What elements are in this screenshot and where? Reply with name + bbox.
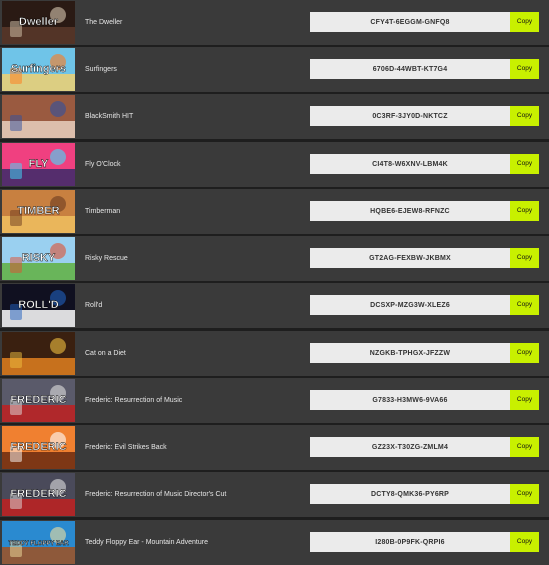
product-key-field[interactable] (310, 59, 510, 79)
thumb-logo-text: FLY (29, 158, 49, 170)
key-row: Surfingers Surfingers Copy (0, 47, 549, 92)
product-key-field[interactable] (310, 248, 510, 268)
product-key-field[interactable] (310, 437, 510, 457)
game-title: Risky Rescue (85, 255, 128, 262)
rolld-art-icon: ROLL'D (2, 284, 75, 327)
thumb-logo-text: FREDERIC (10, 441, 66, 453)
key-row: FREDERIC Frederic: Resurrection of Music C… (0, 378, 549, 423)
copy-key-button[interactable]: Copy (510, 484, 539, 504)
game-title: The Dweller (85, 19, 123, 26)
fly-oclock-art-icon: FLY (2, 143, 75, 186)
copy-key-button[interactable]: Copy (510, 437, 539, 457)
product-key-field[interactable] (310, 106, 510, 126)
copy-key-button[interactable]: Copy (510, 532, 539, 552)
frederic-art-icon: FREDERIC (2, 379, 75, 422)
copy-key-button[interactable]: Copy (510, 12, 539, 32)
thumb-logo-text: TIMBER (17, 205, 59, 217)
key-row: FREDERIC Frederic: Evil Strikes Back Copy (0, 425, 549, 470)
product-key-field[interactable] (310, 12, 510, 32)
thumb-logo-text: Dweller (19, 16, 59, 28)
dweller-art-icon: Dweller (2, 1, 75, 44)
product-key-field[interactable] (310, 484, 510, 504)
product-key-field[interactable] (310, 201, 510, 221)
product-key-field[interactable] (310, 154, 510, 174)
copy-key-button[interactable]: Copy (510, 201, 539, 221)
copy-key-button[interactable]: Copy (510, 248, 539, 268)
copy-key-button[interactable]: Copy (510, 106, 539, 126)
product-key-field[interactable] (310, 532, 510, 552)
copy-key-button[interactable]: Copy (510, 390, 539, 410)
game-title: Timberman (85, 208, 121, 215)
game-title: Roll'd (85, 302, 103, 309)
key-row: Dweller The Dweller Copy (0, 0, 549, 45)
blacksmith-art-icon (2, 95, 75, 138)
game-title: Surfingers (85, 66, 117, 73)
game-title: Frederic: Evil Strikes Back (85, 444, 167, 451)
key-row: ROLL'D Roll'd Copy (0, 283, 549, 328)
game-title: Frederic: Resurrection of Music (85, 397, 183, 404)
game-title: Teddy Floppy Ear - Mountain Adventure (85, 539, 208, 546)
product-key-field[interactable] (310, 390, 510, 410)
copy-key-button[interactable]: Copy (510, 343, 539, 363)
thumb-logo-text: TEDDY FLOPPY EAR (8, 541, 69, 547)
frederic-evil-art-icon: FREDERIC (2, 426, 75, 469)
game-title: Fly O'Clock (85, 161, 121, 168)
key-row: FLY Fly O'Clock Copy (0, 142, 549, 187)
thumb-logo-text: ROLL'D (18, 299, 59, 311)
key-row: BlackSmith HIT Copy (0, 94, 549, 139)
copy-key-button[interactable]: Copy (510, 154, 539, 174)
game-title: BlackSmith HIT (85, 113, 134, 120)
thumb-logo-text: Surfingers (11, 63, 66, 75)
key-row: RISKY Risky Rescue Copy (0, 236, 549, 281)
thumb-logo-text: RISKY (22, 252, 56, 264)
frederic-dc-art-icon: FREDERIC (2, 473, 75, 516)
product-key-field[interactable] (310, 343, 510, 363)
product-key-field[interactable] (310, 295, 510, 315)
risky-rescue-art-icon: RISKY (2, 237, 75, 280)
thumb-logo-text: FREDERIC (10, 394, 66, 406)
surfingers-art-icon: Surfingers (2, 48, 75, 91)
key-row: Cat on a Diet Copy (0, 331, 549, 376)
timberman-art-icon: TIMBER (2, 190, 75, 233)
teddy-floppy-ear-art-icon: TEDDY FLOPPY EAR (2, 521, 75, 564)
game-title: Frederic: Resurrection of Music Director… (85, 491, 227, 498)
game-key-list: DwellerThe DwellerCopySurfingersSurfinge… (0, 0, 549, 565)
key-row: TEDDY FLOPPY EAR Teddy Floppy Ear - Mount… (0, 520, 549, 565)
copy-key-button[interactable]: Copy (510, 295, 539, 315)
key-row: TIMBER Timberman Copy (0, 189, 549, 234)
cat-on-a-diet-art-icon (2, 332, 75, 375)
key-row: FREDERIC Frederic: Resurrection of Music … (0, 472, 549, 517)
thumb-logo-text: FREDERIC (10, 488, 66, 500)
copy-key-button[interactable]: Copy (510, 59, 539, 79)
game-title: Cat on a Diet (85, 350, 126, 357)
